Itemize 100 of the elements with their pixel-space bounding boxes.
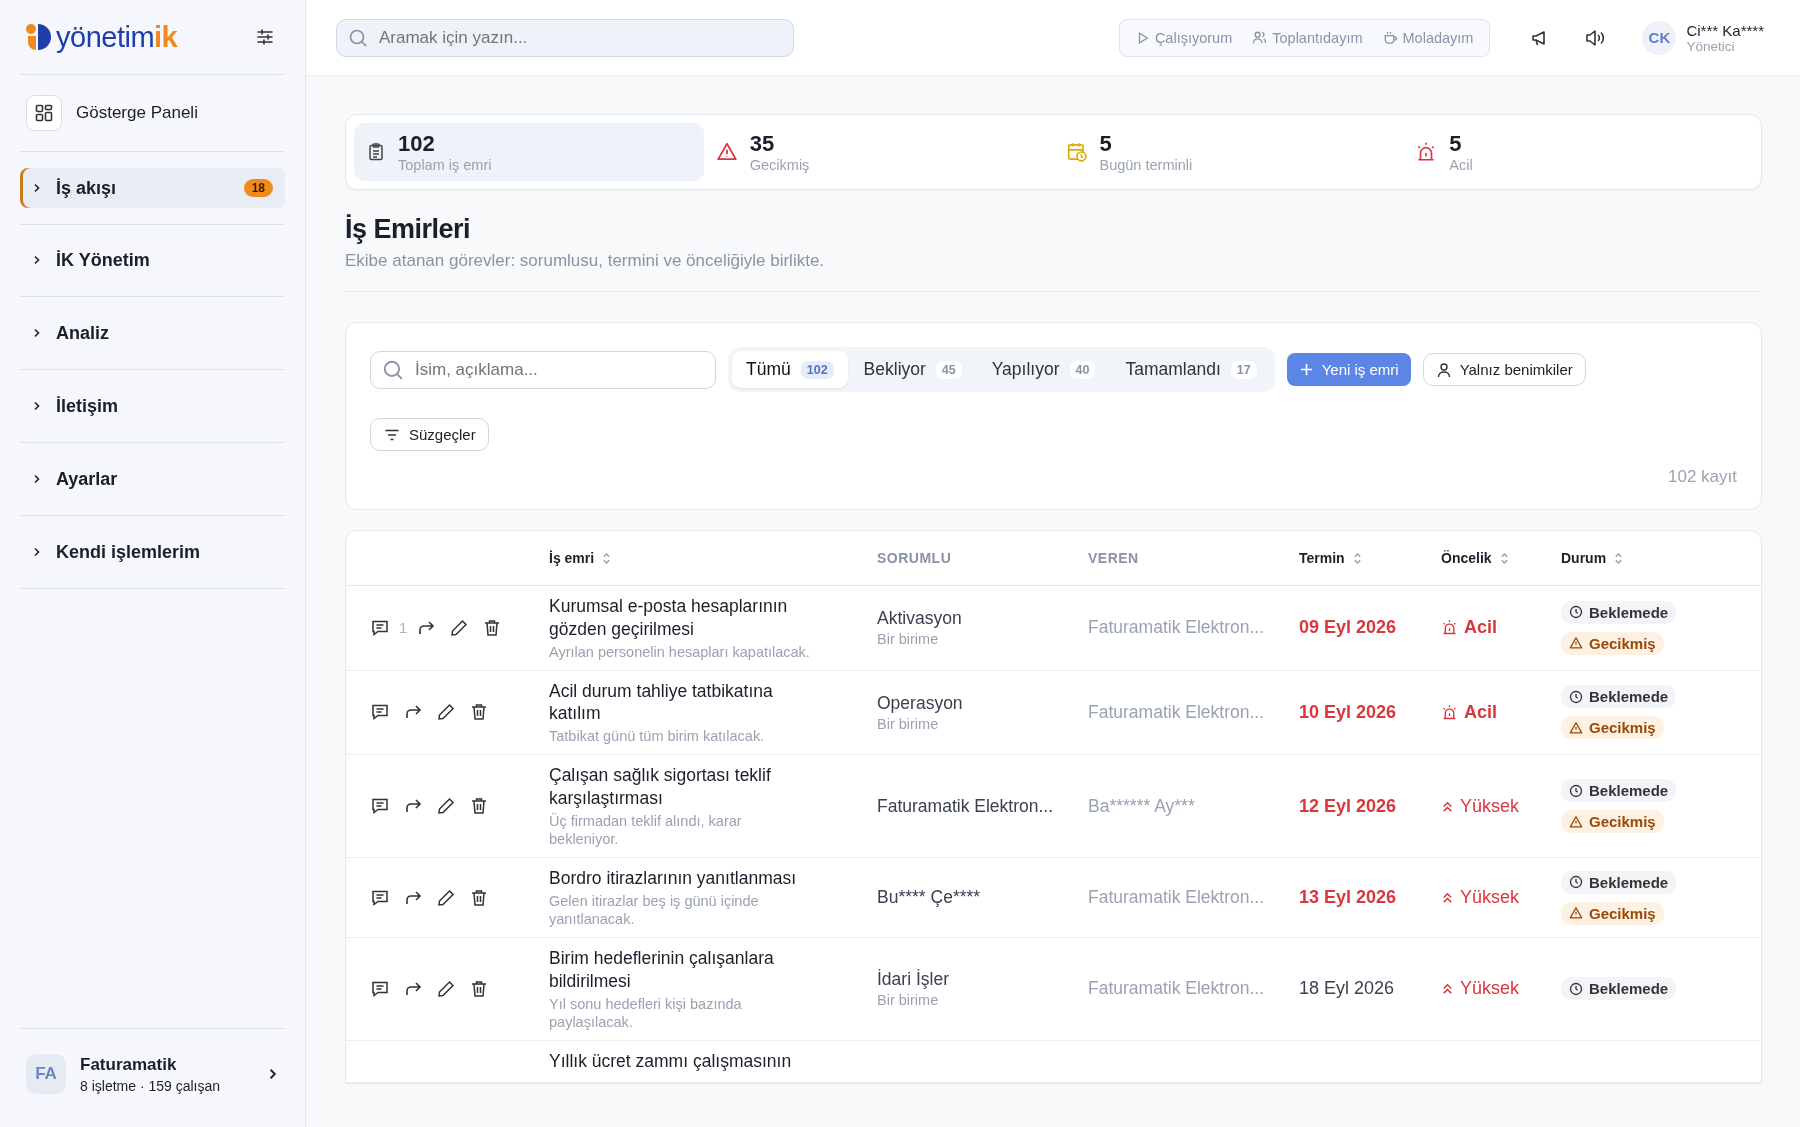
delete-icon[interactable] (469, 796, 489, 817)
status-tab[interactable]: Tümü 102 (732, 351, 848, 388)
status-badge: Gecikmiş (1561, 631, 1664, 655)
status-badge: Gecikmiş (1561, 716, 1664, 740)
sidebar-item[interactable]: Gösterge Paneli (20, 75, 285, 152)
assigner-name: Faturamatik Elektron... (1088, 617, 1266, 639)
stat-label: Acil (1449, 157, 1473, 173)
work-order-title[interactable]: Çalışan sağlık sigortası teklif karşılaştırması (549, 764, 817, 810)
organization-switcher[interactable]: FA Faturamatik 8 işletme · 159 çalışan (20, 1028, 285, 1119)
stat-value: 5 (1449, 131, 1463, 157)
status-badge: Beklemede (1561, 779, 1677, 803)
filters-button[interactable]: Süzgeçler (370, 418, 489, 451)
assignee-note: Bir birime (877, 992, 940, 1009)
delete-icon[interactable] (469, 702, 489, 723)
assignee-name: Faturamatik Elektron... (877, 795, 1055, 817)
assignee-name: Aktivasyon (877, 608, 963, 630)
stat-value: 35 (749, 131, 776, 157)
stat-item[interactable]: 35 Gecikmiş (703, 123, 1054, 181)
column-header[interactable]: Termin (1299, 550, 1345, 566)
stat-item[interactable]: 102 Toplam iş emri (354, 123, 704, 181)
column-header: SORUMLU (877, 550, 952, 566)
status-badge: Beklemede (1561, 600, 1677, 624)
edit-icon[interactable] (436, 796, 456, 817)
chevron-icon (267, 1068, 279, 1080)
sidebar-item[interactable]: Kendi işlemlerim (20, 516, 285, 589)
delete-icon[interactable] (469, 887, 489, 908)
due-date: 13 Eyl 2026 (1299, 887, 1398, 908)
edit-icon[interactable] (436, 887, 456, 908)
stat-label: Toplam iş emri (398, 157, 492, 173)
assigner-name: Faturamatik Elektron... (1088, 701, 1266, 723)
status-badge: Beklemede (1561, 977, 1677, 1001)
status-tab[interactable]: Yapılıyor 40 (977, 351, 1110, 388)
logo-mark-icon (24, 22, 54, 52)
new-work-order-button[interactable]: Yeni iş emri (1286, 353, 1411, 386)
status-tab[interactable]: Bekliyor 45 (849, 351, 976, 388)
work-order-description: Ayrılan personelin hesapları kapatılacak. (549, 642, 811, 661)
sidebar-item[interactable]: İK Yönetim (20, 224, 285, 297)
status-tab[interactable]: Tamamlandı 17 (1111, 351, 1271, 388)
comment-icon[interactable] (370, 702, 390, 723)
people-icon (1252, 30, 1268, 45)
assignee-name: Operasyon (877, 692, 964, 714)
warning-icon (1569, 814, 1583, 829)
record-count: 102 kayıt (1668, 467, 1737, 487)
search-field[interactable]: İsim, açıklama... (370, 350, 716, 389)
priority-label: Yüksek (1441, 887, 1561, 908)
organization-avatar: FA (26, 1054, 66, 1094)
only-mine-button[interactable]: Yalnız benimkiler (1422, 353, 1586, 386)
edit-icon[interactable] (436, 702, 456, 723)
chevron-icon (32, 547, 42, 557)
delete-icon[interactable] (469, 978, 489, 999)
organization-name: Faturamatik (80, 1054, 178, 1075)
work-order-description: Gelen itirazlar beş iş günü içinde yanıtlanacak. (549, 891, 760, 928)
clock-icon (1569, 875, 1583, 889)
chevron-icon (32, 183, 42, 193)
column-header[interactable]: Durum (1561, 550, 1607, 566)
speaker-icon[interactable] (1584, 27, 1607, 48)
due-date: 12 Eyl 2026 (1299, 795, 1398, 817)
stat-value: 5 (1099, 131, 1113, 157)
dashboard-icon (34, 103, 54, 123)
column-header[interactable]: Öncelik (1441, 550, 1492, 566)
edit-icon[interactable] (449, 617, 470, 638)
priority-label: Acil (1441, 701, 1561, 723)
chevron-icon (32, 474, 42, 484)
work-order-title[interactable]: Acil durum tahliye tatbikatına katılım (549, 679, 817, 726)
assignee-name: Bu**** Çe**** (877, 887, 982, 908)
status-badge: Gecikmiş (1561, 810, 1664, 834)
assignee-note: Bir birime (877, 631, 940, 648)
comment-icon[interactable] (370, 796, 390, 817)
assignee-name: İdari İşler (877, 969, 950, 991)
search-field[interactable]: Aramak için yazın... (336, 18, 794, 57)
siren-icon (1441, 703, 1458, 721)
page-subtitle: Ekibe atanan görevler: sorumlusu, termini ve önceliğiyle birlikte. (345, 251, 826, 271)
work-order-description: Tatbikat günü tüm birim katılacak. (549, 727, 766, 746)
work-order-title[interactable]: Kurumsal e-posta hesaplarının gözden geçirilmesi (549, 595, 817, 641)
person-icon (1435, 361, 1452, 378)
stat-item[interactable]: 5 Bugün terminli (1053, 123, 1404, 181)
work-order-title[interactable]: Birim hedeflerinin çalışanlara bildirilmesi (549, 947, 817, 993)
status-badge: Gecikmiş (1561, 901, 1664, 925)
work-order-title[interactable]: Bordro itirazlarının yanıtlanması (549, 867, 817, 890)
priority-label: Yüksek (1441, 795, 1561, 817)
due-date: 09 Eyl 2026 (1299, 617, 1398, 639)
stat-item[interactable]: 5 Acil (1403, 123, 1753, 181)
search-icon (382, 358, 404, 381)
sliders-icon[interactable] (255, 27, 275, 47)
user-role: Yönetici (1686, 38, 1736, 54)
user-avatar[interactable]: CK (1642, 20, 1677, 55)
chevron-icon (32, 401, 42, 411)
column-header[interactable]: İş emri (549, 550, 595, 566)
edit-icon[interactable] (436, 978, 456, 999)
work-order-title[interactable]: Yıllık ücret zammı çalışmasının (549, 1049, 817, 1073)
work-order-description: Yıl sonu hedefleri kişi bazında paylaşılacak. (549, 994, 743, 1031)
warning-icon (1569, 636, 1583, 651)
warning-icon (1569, 906, 1583, 920)
sidebar-item[interactable]: Analiz (20, 297, 285, 370)
plus-icon (1298, 362, 1314, 377)
stat-label: Bugün terminli (1099, 157, 1193, 173)
user-name: Ci*** Ka**** (1686, 21, 1764, 39)
work-order-description: Üç firmadan teklif alındı, karar bekleniyor. (549, 811, 743, 848)
sidebar-item[interactable]: Ayarlar (20, 443, 285, 516)
sidebar-item[interactable]: İletişim (20, 370, 285, 443)
